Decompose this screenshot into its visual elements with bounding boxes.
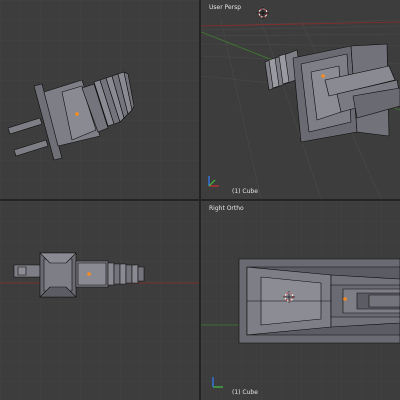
viewport-label: Right Ortho: [209, 205, 244, 212]
3d-cursor-icon[interactable]: [257, 7, 269, 19]
viewport-top-left-canvas[interactable]: [0, 0, 199, 199]
object-origin-icon: [87, 272, 91, 276]
viewport-right-ortho-canvas[interactable]: [201, 201, 400, 400]
active-object-label: (1) Cube: [232, 188, 258, 195]
viewport-top-left[interactable]: [0, 0, 199, 199]
x-axis-line: [201, 21, 400, 27]
viewport-bottom-left-canvas[interactable]: [0, 201, 199, 400]
plug-mesh-side[interactable]: [238, 258, 400, 344]
object-origin-icon: [343, 297, 347, 301]
active-object-label: (1) Cube: [232, 389, 258, 396]
blender-workspace: User Persp (1) Cube Right Ortho (1) Cube: [0, 0, 400, 400]
viewport-user-persp[interactable]: User Persp (1) Cube: [201, 0, 400, 199]
viewport-bottom-left[interactable]: [0, 201, 199, 400]
viewport-divider-horizontal[interactable]: [0, 199, 400, 201]
viewport-right-ortho[interactable]: Right Ortho (1) Cube: [201, 201, 400, 400]
object-origin-icon: [75, 112, 79, 116]
axis-gizmo-icon: [208, 176, 219, 187]
viewport-label: User Persp: [209, 4, 242, 11]
viewport-user-persp-canvas[interactable]: [201, 0, 400, 199]
grid-floor: [0, 201, 199, 400]
object-origin-icon: [321, 74, 325, 78]
